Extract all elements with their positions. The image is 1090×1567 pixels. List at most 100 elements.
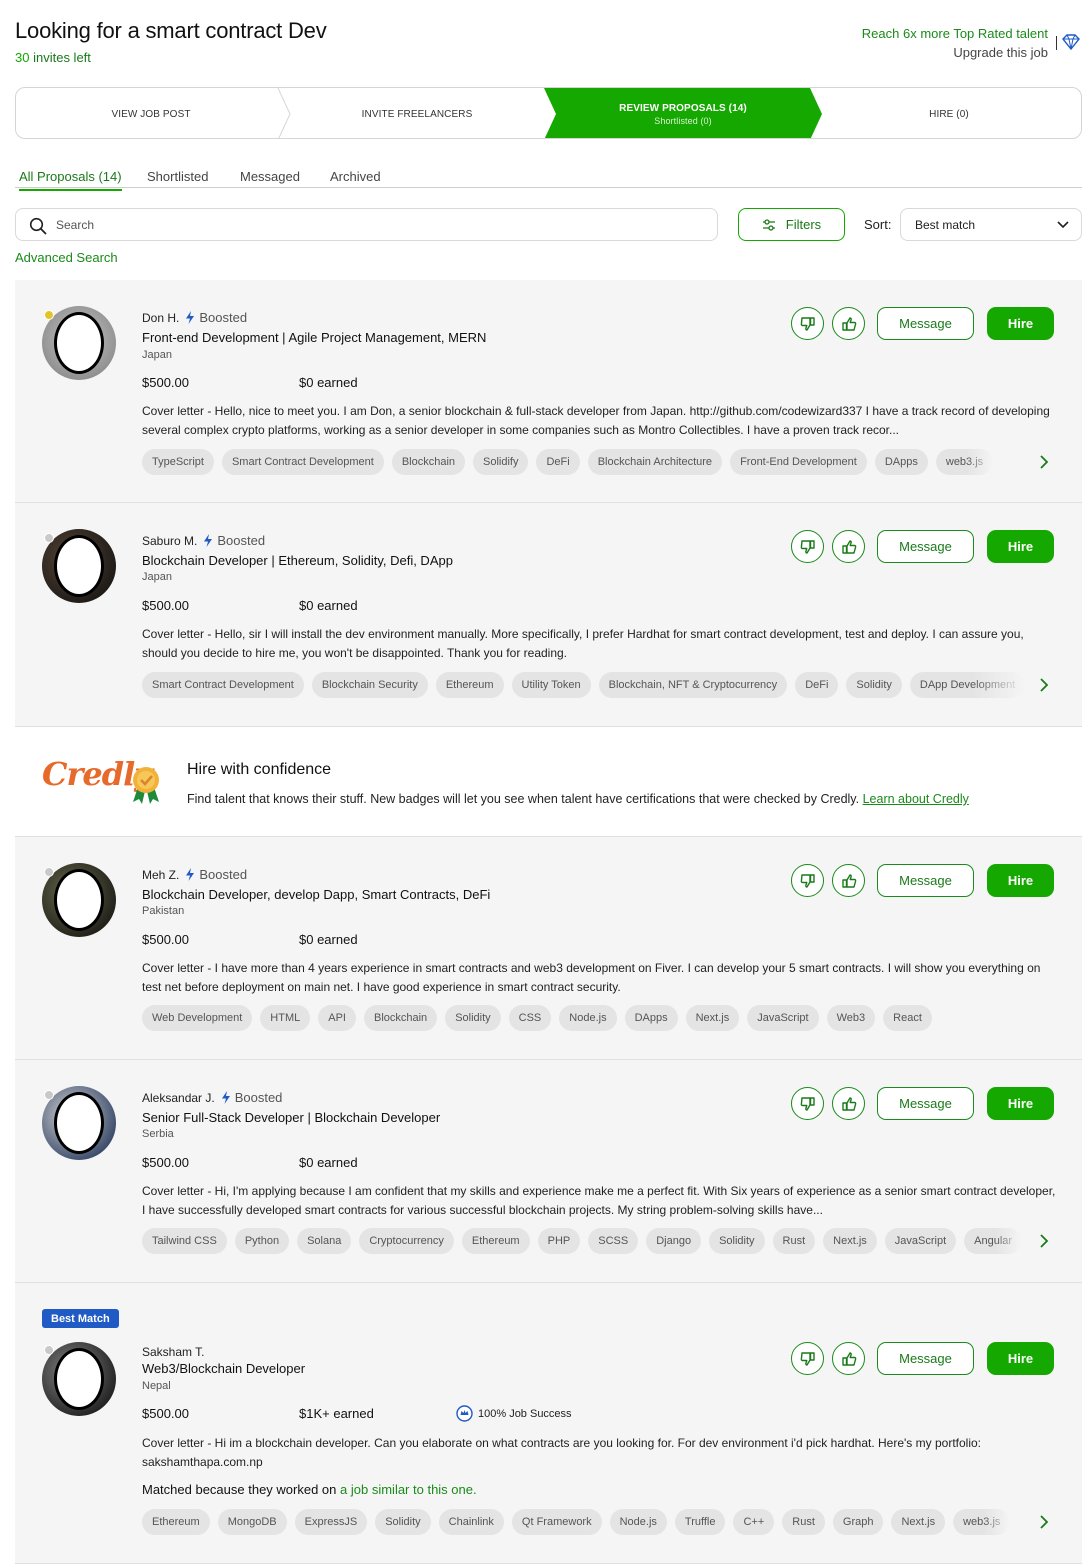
- chevron-right-icon[interactable]: [1039, 1515, 1049, 1529]
- freelancer-name[interactable]: Saksham T.: [142, 1345, 204, 1359]
- hire-button[interactable]: Hire: [987, 864, 1054, 897]
- skill-tag[interactable]: DeFi: [795, 672, 839, 698]
- skill-tag[interactable]: JavaScript: [747, 1005, 819, 1031]
- skill-tag[interactable]: Solidify: [473, 449, 529, 475]
- skill-tag[interactable]: DApp Development: [909, 672, 1026, 698]
- chevron-right-icon[interactable]: [1039, 678, 1049, 692]
- dislike-button[interactable]: [791, 1087, 824, 1120]
- tab-archived[interactable]: Archived: [330, 169, 381, 184]
- skill-tag[interactable]: Qt Framework: [511, 1509, 602, 1535]
- dislike-button[interactable]: [791, 530, 824, 563]
- skill-tag[interactable]: Solidity: [846, 672, 902, 698]
- skill-tag[interactable]: Blockchain Architecture: [587, 449, 723, 475]
- sort-select[interactable]: Best match: [900, 208, 1082, 241]
- skill-tag[interactable]: Node.js: [609, 1509, 667, 1535]
- proposal-card[interactable]: Don H. Boosted Front-end Development | A…: [15, 280, 1082, 502]
- skill-tag[interactable]: DApps: [874, 449, 928, 475]
- cover-letter[interactable]: Cover letter - Hi, I'm applying because …: [142, 1182, 1057, 1220]
- tab-shortlisted[interactable]: Shortlisted: [147, 169, 208, 184]
- step-view-job-post[interactable]: VIEW JOB POST: [16, 88, 286, 138]
- skill-tag[interactable]: DApps: [624, 1005, 678, 1031]
- skill-tag[interactable]: Ethereum: [461, 1228, 530, 1254]
- like-button[interactable]: [832, 307, 865, 340]
- proposal-card[interactable]: Meh Z. Boosted Blockchain Developer, dev…: [15, 837, 1082, 1059]
- skill-tag[interactable]: Chainlink: [438, 1509, 504, 1535]
- cover-letter[interactable]: Cover letter - Hi im a blockchain develo…: [142, 1434, 1057, 1472]
- message-button[interactable]: Message: [877, 530, 974, 563]
- skill-tag[interactable]: JavaScript: [884, 1228, 957, 1254]
- search-input[interactable]: [56, 215, 696, 235]
- cover-letter[interactable]: Cover letter - I have more than 4 years …: [142, 959, 1057, 997]
- chevron-right-icon[interactable]: [1039, 1234, 1049, 1248]
- like-button[interactable]: [832, 864, 865, 897]
- upsell-top-rated-link[interactable]: Reach 6x more Top Rated talent: [862, 24, 1048, 43]
- cover-letter[interactable]: Cover letter - Hello, nice to meet you. …: [142, 402, 1057, 440]
- hire-button[interactable]: Hire: [987, 307, 1054, 340]
- step-hire[interactable]: HIRE (0): [816, 88, 1081, 138]
- skill-tag[interactable]: PHP: [537, 1228, 581, 1254]
- dislike-button[interactable]: [791, 307, 824, 340]
- chevron-right-icon[interactable]: [1039, 455, 1049, 469]
- dislike-button[interactable]: [791, 1342, 824, 1375]
- skill-tag[interactable]: SCSS: [588, 1228, 639, 1254]
- skill-tag[interactable]: Next.js: [823, 1228, 877, 1254]
- skill-tag[interactable]: Front-End Development: [730, 449, 867, 475]
- step-review-proposals[interactable]: REVIEW PROPOSALS (14) Shortlisted (0): [550, 88, 816, 138]
- cover-letter[interactable]: Cover letter - Hello, sir I will install…: [142, 625, 1057, 663]
- skill-tag[interactable]: Rust: [772, 1228, 816, 1254]
- skill-tag[interactable]: ExpressJS: [294, 1509, 368, 1535]
- skill-tag[interactable]: Rust: [782, 1509, 825, 1535]
- learn-about-credly-link[interactable]: Learn about Credly: [863, 792, 969, 806]
- upsell-banner[interactable]: Reach 6x more Top Rated talent Upgrade t…: [862, 24, 1048, 62]
- skill-tag[interactable]: Web Development: [142, 1005, 253, 1031]
- step-invite-freelancers[interactable]: INVITE FREELANCERS: [284, 88, 550, 138]
- skill-tag[interactable]: MongoDB: [217, 1509, 287, 1535]
- skill-tag[interactable]: Web3: [826, 1005, 876, 1031]
- skill-tag[interactable]: Solana: [297, 1228, 352, 1254]
- dislike-button[interactable]: [791, 864, 824, 897]
- hire-button[interactable]: Hire: [987, 1342, 1054, 1375]
- skill-tag[interactable]: Smart Contract Development: [221, 449, 384, 475]
- skill-tag[interactable]: DeFi: [536, 449, 580, 475]
- like-button[interactable]: [832, 1087, 865, 1120]
- skill-tag[interactable]: Python: [234, 1228, 290, 1254]
- like-button[interactable]: [832, 1342, 865, 1375]
- skill-tag[interactable]: Cryptocurrency: [359, 1228, 454, 1254]
- skill-tag[interactable]: Smart Contract Development: [142, 672, 304, 698]
- filters-button[interactable]: Filters: [738, 208, 845, 241]
- skill-tag[interactable]: C++: [733, 1509, 775, 1535]
- message-button[interactable]: Message: [877, 864, 974, 897]
- skill-tag[interactable]: React: [883, 1005, 932, 1031]
- message-button[interactable]: Message: [877, 1342, 974, 1375]
- skill-tag[interactable]: Truffle: [674, 1509, 726, 1535]
- skill-tag[interactable]: HTML: [260, 1005, 311, 1031]
- diamond-icon[interactable]: [1062, 34, 1080, 50]
- skill-tag[interactable]: Blockchain Security: [311, 672, 428, 698]
- upgrade-job-link[interactable]: Upgrade this job: [862, 43, 1048, 62]
- message-button[interactable]: Message: [877, 1087, 974, 1120]
- skill-tag[interactable]: Ethereum: [142, 1509, 210, 1535]
- freelancer-name[interactable]: Saburo M.: [142, 534, 197, 548]
- freelancer-name[interactable]: Don H.: [142, 311, 179, 325]
- skill-tag[interactable]: Solidity: [709, 1228, 765, 1254]
- proposal-card[interactable]: Saksham T. Web3/Blockchain Developer Nep…: [15, 1283, 1082, 1563]
- skill-tag[interactable]: TypeScript: [142, 449, 214, 475]
- freelancer-name[interactable]: Meh Z.: [142, 868, 179, 882]
- skill-tag[interactable]: web3.js: [953, 1509, 1011, 1535]
- skill-tag[interactable]: Node.js: [559, 1005, 617, 1031]
- hire-button[interactable]: Hire: [987, 530, 1054, 563]
- freelancer-name[interactable]: Aleksandar J.: [142, 1091, 215, 1105]
- message-button[interactable]: Message: [877, 307, 974, 340]
- like-button[interactable]: [832, 530, 865, 563]
- skill-tag[interactable]: Utility Token: [511, 672, 591, 698]
- skill-tag[interactable]: API: [318, 1005, 356, 1031]
- skill-tag[interactable]: Django: [646, 1228, 702, 1254]
- skill-tag[interactable]: Graph: [832, 1509, 884, 1535]
- skill-tag[interactable]: CSS: [508, 1005, 552, 1031]
- proposal-card[interactable]: Saburo M. Boosted Blockchain Developer |…: [15, 503, 1082, 726]
- proposal-card[interactable]: Aleksandar J. Boosted Senior Full-Stack …: [15, 1060, 1082, 1282]
- skill-tag[interactable]: Blockchain, NFT & Cryptocurrency: [598, 672, 788, 698]
- skill-tag[interactable]: Next.js: [685, 1005, 740, 1031]
- skill-tag[interactable]: Solidity: [445, 1005, 501, 1031]
- skill-tag[interactable]: Angular: [964, 1228, 1023, 1254]
